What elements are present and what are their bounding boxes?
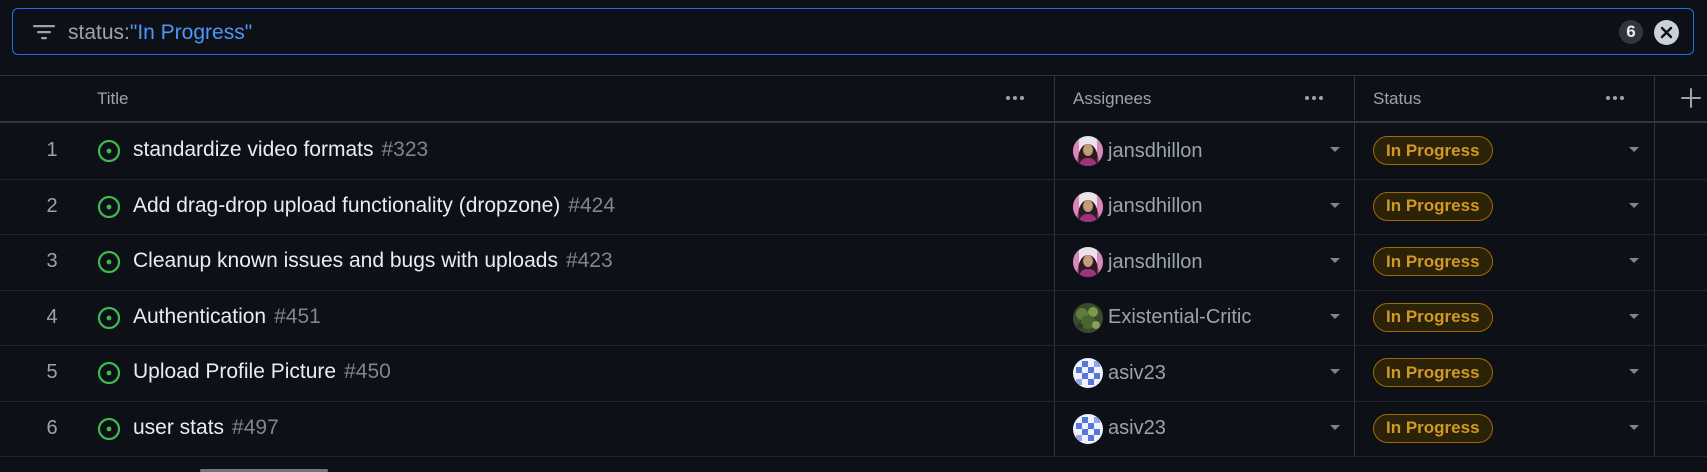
table-row[interactable]: 1 standardize video formats #323 jansdhil…	[0, 124, 1707, 180]
triangle-down-icon[interactable]	[1629, 424, 1639, 430]
triangle-down-icon[interactable]	[1330, 147, 1340, 152]
avatar	[1073, 247, 1103, 277]
avatar	[1073, 136, 1103, 166]
issue-title: Authentication	[133, 304, 267, 328]
project-table-view: status:"In Progress" 6 Title Assignees S…	[0, 0, 1707, 472]
row-number: 3	[46, 250, 58, 272]
status-badge: In Progress	[1373, 247, 1493, 276]
avatar	[1073, 413, 1103, 444]
assignee-name: jansdhillon	[1108, 139, 1203, 162]
assignee-name: Existential-Critic	[1108, 306, 1252, 328]
issue-title: Add drag-drop upload functionality (drop…	[133, 193, 561, 217]
table-row[interactable]: 6 user stats #497 asiv23 In Progress	[0, 402, 1707, 457]
issue-opened-icon	[97, 417, 121, 440]
status-badge: In Progress	[1373, 136, 1493, 165]
issue-number: #497	[232, 415, 279, 439]
status-badge: In Progress	[1373, 191, 1493, 221]
filter-key: status:	[68, 21, 130, 44]
filter-query[interactable]: status:"In Progress"	[68, 21, 252, 45]
avatar	[1073, 302, 1103, 333]
column-title-label: Title	[97, 89, 129, 108]
row-number: 4	[46, 305, 58, 328]
issue-title-link[interactable]: standardize video formats #323	[133, 138, 428, 162]
filter-input[interactable]: status:"In Progress" 6	[12, 8, 1694, 55]
table-row[interactable]: 5 Upload Profile Picture #450 asiv23 In P…	[0, 346, 1707, 402]
issue-number: #450	[344, 360, 391, 383]
assignee-name: asiv23	[1108, 361, 1166, 384]
assignee-name: jansdhillon	[1108, 195, 1203, 217]
table-row[interactable]: 2 Add drag-drop upload functionality (dr…	[0, 180, 1707, 235]
row-number: 1	[46, 139, 58, 161]
assignee-cell[interactable]: asiv23	[1073, 358, 1166, 388]
triangle-down-icon[interactable]	[1330, 369, 1340, 374]
table-row[interactable]: 3 Cleanup known issues and bugs with upl…	[0, 235, 1707, 291]
clear-filter-button[interactable]	[1654, 20, 1679, 45]
close-icon	[1660, 26, 1673, 39]
avatar	[1073, 358, 1103, 388]
triangle-down-icon[interactable]	[1330, 424, 1340, 430]
issue-title-link[interactable]: Add drag-drop upload functionality (drop…	[133, 194, 615, 218]
column-header-assignees[interactable]: Assignees	[1054, 76, 1354, 123]
issue-title-link[interactable]: user stats #497	[133, 416, 279, 440]
triangle-down-icon[interactable]	[1629, 369, 1639, 374]
column-menu-assignees[interactable]	[1300, 86, 1328, 110]
assignee-cell[interactable]: jansdhillon	[1073, 247, 1203, 277]
column-status-label: Status	[1373, 89, 1422, 108]
issue-number: #424	[568, 193, 615, 217]
assignee-cell[interactable]: jansdhillon	[1073, 191, 1203, 222]
issue-number: #323	[381, 138, 429, 161]
issue-opened-icon	[97, 361, 121, 385]
triangle-down-icon[interactable]	[1629, 202, 1639, 208]
issue-number: #451	[274, 304, 321, 328]
assignee-cell[interactable]: asiv23	[1073, 413, 1166, 444]
row-number: 2	[46, 194, 58, 217]
status-badge: In Progress	[1373, 302, 1493, 332]
filter-icon	[33, 25, 55, 40]
status-badge: In Progress	[1373, 413, 1493, 443]
issue-title-link[interactable]: Cleanup known issues and bugs with uploa…	[133, 249, 613, 273]
triangle-down-icon[interactable]	[1330, 313, 1340, 319]
avatar	[1073, 191, 1103, 222]
issue-title: user stats	[133, 415, 225, 439]
table-body: 1 standardize video formats #323 jansdhil…	[0, 124, 1707, 457]
filter-result-count: 6	[1619, 20, 1643, 44]
table-header: Title Assignees Status	[0, 76, 1707, 123]
filter-value: "In Progress"	[129, 21, 253, 44]
column-menu-title[interactable]	[1001, 86, 1029, 110]
table-row[interactable]: 4 Authentication #451 Existential-Critic …	[0, 291, 1707, 346]
triangle-down-icon[interactable]	[1330, 258, 1340, 263]
issue-number: #423	[565, 249, 613, 272]
issue-title-link[interactable]: Upload Profile Picture #450	[133, 360, 391, 384]
column-assignees-label: Assignees	[1073, 89, 1152, 108]
assignee-name: asiv23	[1108, 417, 1166, 439]
issue-title: Upload Profile Picture	[133, 360, 337, 383]
issue-opened-icon	[97, 306, 121, 329]
issue-opened-icon	[97, 195, 121, 218]
column-menu-status[interactable]	[1601, 86, 1629, 110]
triangle-down-icon[interactable]	[1629, 258, 1639, 263]
triangle-down-icon[interactable]	[1629, 147, 1639, 152]
status-badge: In Progress	[1373, 358, 1493, 387]
issue-opened-icon	[97, 250, 121, 274]
column-header-status[interactable]: Status	[1354, 76, 1654, 123]
issue-title: Cleanup known issues and bugs with uploa…	[133, 249, 558, 272]
row-number: 6	[46, 416, 58, 439]
issue-title: standardize video formats	[133, 138, 374, 161]
issue-opened-icon	[97, 139, 121, 163]
column-header-title[interactable]: Title	[0, 76, 1054, 123]
row-number: 5	[46, 361, 58, 383]
triangle-down-icon[interactable]	[1629, 313, 1639, 319]
assignee-cell[interactable]: Existential-Critic	[1073, 302, 1252, 333]
add-field-plus-icon[interactable]	[1677, 84, 1705, 112]
assignee-name: jansdhillon	[1108, 250, 1203, 273]
triangle-down-icon[interactable]	[1330, 202, 1340, 208]
assignee-cell[interactable]: jansdhillon	[1073, 136, 1203, 166]
issue-title-link[interactable]: Authentication #451	[133, 305, 321, 329]
